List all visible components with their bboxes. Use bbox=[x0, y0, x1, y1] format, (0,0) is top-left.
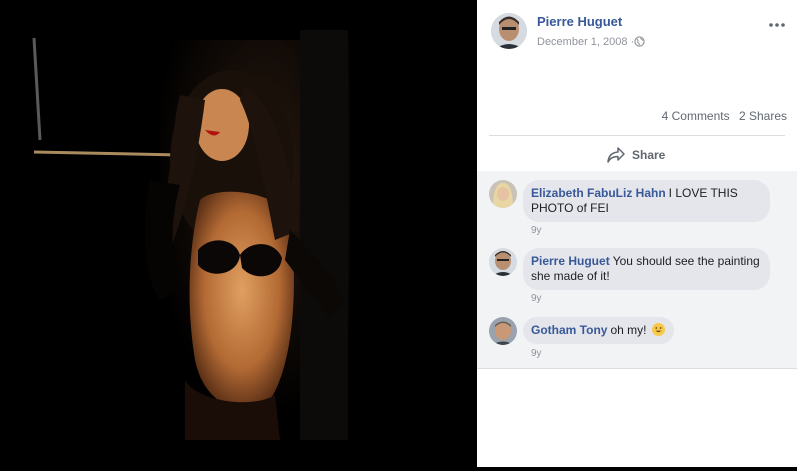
post-meta: December 1, 2008 · bbox=[537, 36, 634, 48]
comment-bubble: Elizabeth FabuLiz Hahn I LOVE THIS PHOTO … bbox=[523, 180, 770, 222]
smiley-emoji-icon bbox=[651, 323, 665, 336]
share-button-label: Share bbox=[632, 148, 666, 162]
commenter-avatar[interactable] bbox=[489, 248, 517, 276]
more-horizontal-icon bbox=[769, 23, 785, 27]
comment-author[interactable]: Pierre Huguet bbox=[531, 254, 610, 268]
comment-author[interactable]: Gotham Tony bbox=[531, 323, 607, 337]
comment-time[interactable]: 9y bbox=[531, 293, 542, 304]
comments-count-link[interactable]: 4 Comments bbox=[662, 109, 730, 123]
comments-section: Elizabeth FabuLiz Hahn I LOVE THIS PHOTO … bbox=[477, 171, 797, 368]
comment-author[interactable]: Elizabeth FabuLiz Hahn bbox=[531, 186, 666, 200]
post-author-name[interactable]: Pierre Huguet bbox=[537, 14, 622, 29]
engagement-counts: 4 Comments 2 Shares bbox=[656, 109, 787, 123]
comment-time[interactable]: 9y bbox=[531, 225, 542, 236]
post-date[interactable]: December 1, 2008 bbox=[537, 36, 628, 48]
commenter-avatar[interactable] bbox=[489, 317, 517, 345]
bottom-strip bbox=[477, 467, 797, 471]
post-photo[interactable] bbox=[0, 0, 477, 471]
author-avatar[interactable] bbox=[491, 13, 527, 49]
divider bbox=[477, 368, 797, 369]
shares-count-link[interactable]: 2 Shares bbox=[739, 109, 787, 123]
photo-image bbox=[0, 0, 477, 471]
divider bbox=[489, 135, 785, 136]
comment-text: oh my! bbox=[610, 323, 647, 337]
share-arrow-icon bbox=[607, 147, 625, 163]
globe-icon bbox=[634, 36, 645, 47]
post-side-panel: Pierre Huguet December 1, 2008 · 4 Comme… bbox=[477, 0, 797, 467]
more-options-button[interactable] bbox=[769, 14, 785, 30]
share-button[interactable]: Share bbox=[607, 145, 665, 165]
comment-bubble: Pierre Huguet You should see the painting… bbox=[523, 248, 770, 290]
comment-time[interactable]: 9y bbox=[531, 348, 542, 359]
commenter-avatar[interactable] bbox=[489, 180, 517, 208]
comment-bubble: Gotham Tony oh my! bbox=[523, 317, 674, 344]
